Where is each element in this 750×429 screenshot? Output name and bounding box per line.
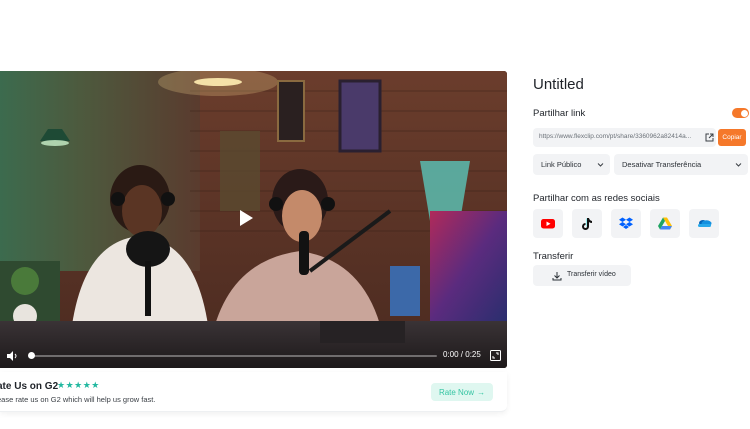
share-link-toggle[interactable] — [732, 108, 749, 118]
progress-track[interactable] — [29, 355, 437, 357]
download-icon — [552, 272, 562, 281]
share-dropbox-button[interactable] — [611, 209, 641, 238]
share-onedrive-button[interactable] — [689, 209, 719, 238]
rate-us-card: ate Us on G2 ★★★★★ ease rate us on G2 wh… — [0, 372, 507, 412]
link-access-select[interactable]: Link Público — [533, 154, 610, 175]
google-drive-icon — [658, 217, 672, 230]
onedrive-icon — [698, 220, 712, 227]
rate-now-button[interactable]: Rate Now → — [431, 383, 493, 401]
share-page: 0:00 / 0:25 ate Us on G2 ★★★★★ ease rate… — [0, 0, 750, 429]
youtube-icon — [541, 219, 555, 229]
download-video-button[interactable]: Transferir vídeo — [533, 265, 631, 286]
arrow-right-icon: → — [477, 387, 486, 397]
download-video-label: Transferir vídeo — [567, 271, 616, 278]
rate-subtitle: ease rate us on G2 which will help us gr… — [0, 395, 156, 404]
share-youtube-button[interactable] — [533, 209, 563, 238]
play-icon[interactable] — [238, 209, 254, 227]
video-controls: 0:00 / 0:25 — [0, 343, 507, 368]
time-display: 0:00 / 0:25 — [443, 350, 481, 359]
rate-now-label: Rate Now — [438, 387, 475, 397]
download-setting-select[interactable]: Desativar Transferência — [614, 154, 748, 175]
progress-handle[interactable] — [28, 352, 35, 359]
copy-button[interactable]: Copiar — [718, 129, 746, 146]
download-setting-value: Desativar Transferência — [622, 160, 702, 169]
share-link-field[interactable]: https://www.flexclip.com/pt/share/336096… — [533, 128, 716, 147]
chevron-down-icon — [597, 163, 604, 167]
volume-icon[interactable] — [6, 350, 18, 362]
rate-title: ate Us on G2 — [0, 381, 59, 392]
fullscreen-icon[interactable] — [490, 350, 501, 361]
video-player[interactable]: 0:00 / 0:25 — [0, 71, 507, 368]
share-google-drive-button[interactable] — [650, 209, 680, 238]
project-title: Untitled — [533, 76, 584, 93]
link-access-value: Link Público — [541, 160, 582, 169]
download-label: Transferir — [533, 251, 574, 262]
social-share-label: Partilhar com as redes sociais — [533, 193, 660, 204]
share-link-url: https://www.flexclip.com/pt/share/336096… — [539, 133, 692, 140]
rating-stars: ★★★★★ — [57, 380, 100, 390]
tiktok-icon — [582, 218, 592, 230]
dropbox-icon — [619, 217, 633, 229]
chevron-down-icon — [735, 163, 742, 167]
open-external-icon[interactable] — [705, 133, 714, 142]
share-link-label: Partilhar link — [533, 108, 586, 119]
share-tiktok-button[interactable] — [572, 209, 602, 238]
